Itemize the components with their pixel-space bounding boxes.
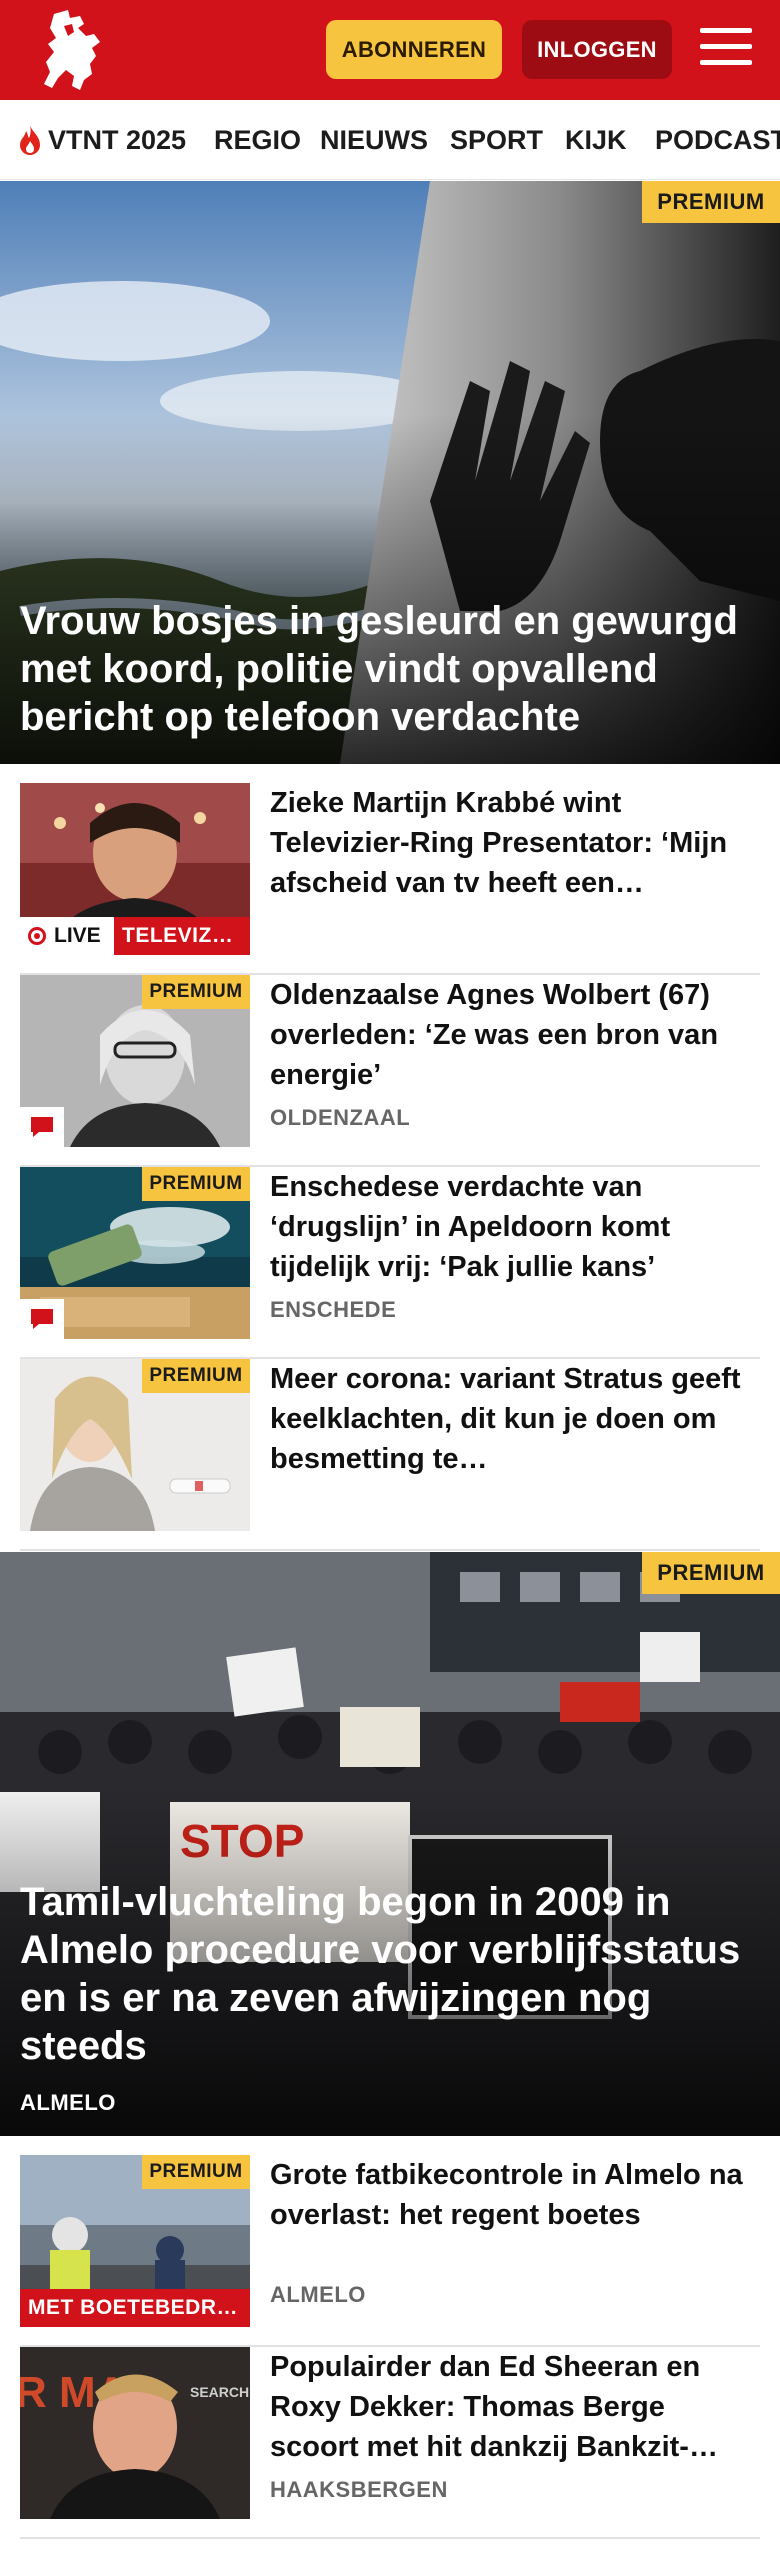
nav-item-nieuws[interactable]: NIEUWS xyxy=(320,122,428,158)
list-item[interactable]: PREMIUM Meer corona: variant Stratus gee… xyxy=(20,1359,760,1551)
hero-title[interactable]: Tamil-vluchteling begon in 2009 in Almel… xyxy=(20,1878,760,2070)
hero-location[interactable]: ALMELO xyxy=(20,2090,116,2116)
logo-horse-icon[interactable] xyxy=(34,8,108,92)
article-title[interactable]: Populairder dan Ed Sheeran en Roxy Dekke… xyxy=(270,2347,760,2467)
article-thumbnail: LIVE TELEVIZ… xyxy=(20,783,250,955)
live-badge: LIVE xyxy=(20,917,114,955)
premium-badge: PREMIUM xyxy=(142,1167,250,1201)
category-tag: MET BOETEBEDR… xyxy=(20,2289,250,2327)
nav-item-regio[interactable]: REGIO xyxy=(214,122,301,158)
menu-icon[interactable] xyxy=(700,24,752,70)
category-tag: TELEVIZ… xyxy=(114,917,250,955)
live-icon xyxy=(28,927,46,945)
top-bar: ABONNEREN INLOGGEN xyxy=(0,0,780,100)
article-title[interactable]: Grote fatbikecontrole in Almelo na overl… xyxy=(270,2155,760,2235)
premium-badge: PREMIUM xyxy=(642,181,780,223)
article-title[interactable]: Oldenzaalse Agnes Wolbert (67) overleden… xyxy=(270,975,760,1095)
login-button[interactable]: INLOGGEN xyxy=(522,20,672,79)
hero-article-1[interactable]: PREMIUM Vrouw bosjes in gesleurd en gewu… xyxy=(0,181,780,764)
comment-icon xyxy=(20,1299,64,1339)
nav-item-podcast[interactable]: PODCAST xyxy=(655,122,780,158)
article-title[interactable]: Meer corona: variant Stratus geeft keelk… xyxy=(270,1359,760,1479)
nav-item-vtnt[interactable]: VTNT 2025 xyxy=(16,122,186,158)
article-location[interactable]: ALMELO xyxy=(270,2282,366,2308)
comment-icon xyxy=(20,1107,64,1147)
nav-item-kijk[interactable]: KIJK xyxy=(565,122,627,158)
article-location[interactable]: ENSCHEDE xyxy=(270,1297,396,1323)
list-item[interactable]: R MA SEARCHERS Populairder dan Ed Sheera… xyxy=(20,2347,760,2539)
subscribe-button[interactable]: ABONNEREN xyxy=(326,20,502,79)
article-title[interactable]: Zieke Martijn Krabbé wint Televizier-Rin… xyxy=(270,783,760,903)
premium-badge: PREMIUM xyxy=(142,1359,250,1393)
premium-badge: PREMIUM xyxy=(642,1552,780,1594)
list-item[interactable]: LIVE TELEVIZ… Zieke Martijn Krabbé wint … xyxy=(20,783,760,975)
article-thumbnail: R MA SEARCHERS xyxy=(20,2347,250,2519)
premium-badge: PREMIUM xyxy=(142,2155,250,2189)
list-item[interactable]: PREMIUM Oldenzaalse Agnes Wolbert (67) o… xyxy=(20,975,760,1167)
nav-item-sport[interactable]: SPORT xyxy=(450,122,543,158)
article-title[interactable]: Enschedese verdachte van ‘drugslijn’ in … xyxy=(270,1167,760,1287)
flame-icon xyxy=(20,125,40,155)
premium-badge: PREMIUM xyxy=(142,975,250,1009)
list-item[interactable]: MET BOETEBEDR… PREMIUM Grote fatbikecont… xyxy=(20,2155,760,2347)
list-item[interactable]: PREMIUM Enschedese verdachte van ‘drugsl… xyxy=(20,1167,760,1359)
hero-article-2[interactable]: STOP PREMIUM Tamil-vluchteling begon in … xyxy=(0,1552,780,2136)
article-location[interactable]: HAAKSBERGEN xyxy=(270,2477,448,2503)
hero-title[interactable]: Vrouw bosjes in gesleurd en gewurgd met … xyxy=(20,597,760,741)
live-label: LIVE xyxy=(54,924,101,947)
article-location[interactable]: OLDENZAAL xyxy=(270,1105,410,1131)
nav-label: VTNT 2025 xyxy=(48,124,187,155)
main-nav: VTNT 2025 REGIO NIEUWS SPORT KIJK PODCAS… xyxy=(0,100,780,180)
svg-text:SEARCHERS: SEARCHERS xyxy=(190,2384,250,2400)
